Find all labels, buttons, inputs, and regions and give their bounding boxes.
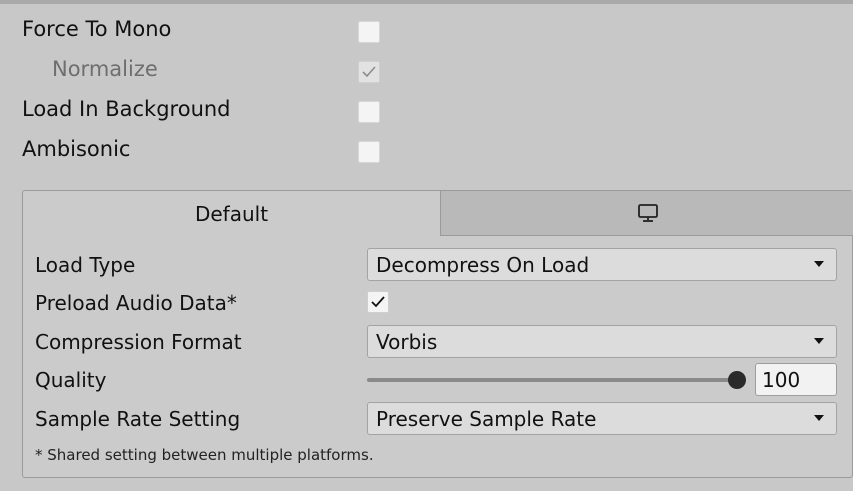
quality-label: Quality [35,368,107,392]
compression-format-label: Compression Format [35,330,242,354]
compression-format-value: Vorbis [376,329,438,354]
normalize-label: Normalize [52,57,158,81]
monitor-icon [637,204,658,222]
load-type-dropdown[interactable]: Decompress On Load [367,248,837,281]
tab-default[interactable]: Default [23,191,440,236]
dropdown-arrow-icon [814,415,824,421]
tab-standalone[interactable] [440,191,853,236]
force-to-mono-checkbox[interactable] [358,21,380,43]
quality-number-field[interactable]: 100 [755,363,837,396]
load-type-label: Load Type [35,253,136,277]
dropdown-arrow-icon [814,338,824,344]
ambisonic-label: Ambisonic [22,137,131,161]
tab-default-label: Default [194,201,269,226]
load-type-value: Decompress On Load [376,252,590,277]
checkmark-icon [371,296,385,308]
preload-audio-data-checkbox[interactable] [367,291,389,313]
normalize-checkbox[interactable] [358,61,380,83]
quality-slider-thumb[interactable] [728,371,746,389]
top-divider [0,0,853,4]
platform-settings-panel: Default Load Type Decompress On Load Pre… [22,190,853,478]
compression-format-dropdown[interactable]: Vorbis [367,325,837,358]
dropdown-arrow-icon [814,261,824,267]
quality-slider-track[interactable] [367,378,737,382]
checkmark-icon [362,66,376,78]
load-in-background-checkbox[interactable] [358,101,380,123]
shared-setting-footnote: * Shared setting between multiple platfo… [35,446,374,464]
sample-rate-setting-value: Preserve Sample Rate [376,406,597,431]
preload-audio-data-label: Preload Audio Data* [35,291,237,315]
sample-rate-setting-dropdown[interactable]: Preserve Sample Rate [367,402,837,435]
force-to-mono-label: Force To Mono [22,17,172,41]
sample-rate-setting-label: Sample Rate Setting [35,407,241,431]
ambisonic-checkbox[interactable] [358,141,380,163]
quality-value: 100 [762,367,801,392]
load-in-background-label: Load In Background [22,97,231,121]
